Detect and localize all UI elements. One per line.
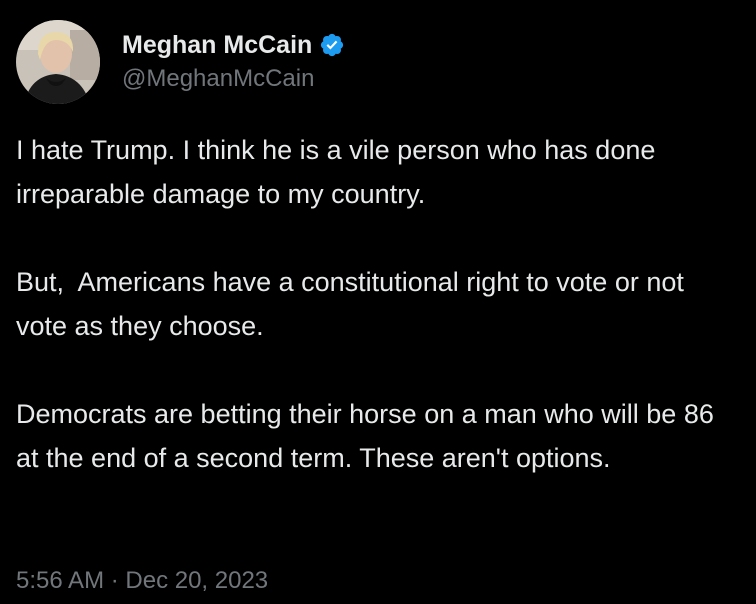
tweet-paragraph: I hate Trump. I think he is a vile perso… xyxy=(16,135,656,209)
handle[interactable]: @MeghanMcCain xyxy=(122,64,345,94)
display-name[interactable]: Meghan McCain xyxy=(122,30,312,60)
tweet-header: Meghan McCain @MeghanMcCain xyxy=(16,20,345,104)
verified-badge-icon xyxy=(319,32,345,58)
avatar[interactable] xyxy=(16,20,100,104)
avatar-image xyxy=(16,20,100,104)
tweet-paragraph: Democrats are betting their horse on a m… xyxy=(16,399,714,473)
tweet-text: I hate Trump. I think he is a vile perso… xyxy=(16,128,742,480)
tweet-paragraph: But, Americans have a constitutional rig… xyxy=(16,267,692,341)
name-row: Meghan McCain xyxy=(122,30,345,60)
tweet-timestamp[interactable]: 5:56 AM · Dec 20, 2023 xyxy=(16,566,268,596)
tweet-card: Meghan McCain @MeghanMcCain I hate Trump… xyxy=(0,0,756,604)
author-names: Meghan McCain @MeghanMcCain xyxy=(122,30,345,94)
